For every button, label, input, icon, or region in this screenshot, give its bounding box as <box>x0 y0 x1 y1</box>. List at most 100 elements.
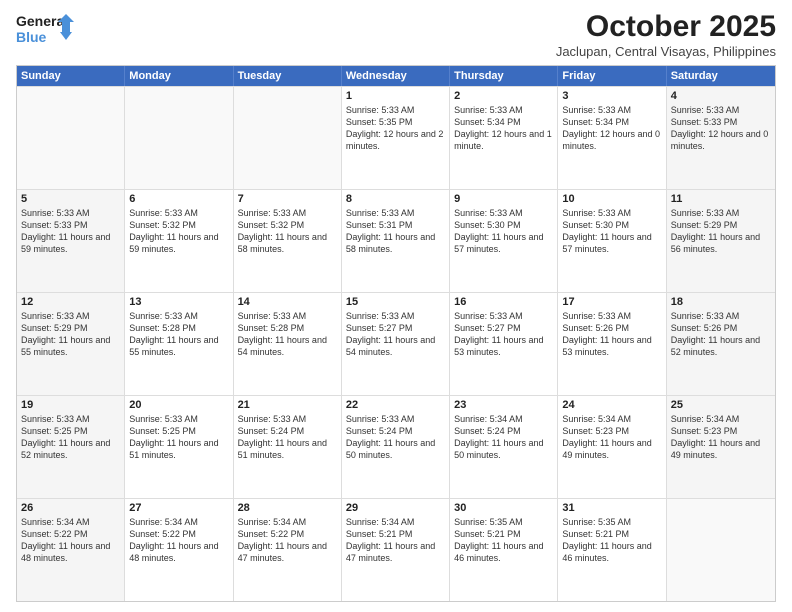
cal-cell-day-6: 6 Sunrise: 5:33 AM Sunset: 5:32 PM Daylig… <box>125 190 233 292</box>
day-number: 19 <box>21 399 120 411</box>
cal-cell-day-27: 27Sunrise: 5:34 AM Sunset: 5:22 PM Dayli… <box>125 499 233 601</box>
subtitle: Jaclupan, Central Visayas, Philippines <box>556 44 776 59</box>
cal-cell-day-17: 17 Sunrise: 5:33 AM Sunset: 5:26 PM Dayli… <box>558 293 666 395</box>
day-number: 22 <box>346 399 445 411</box>
cal-cell-day-30: 30Sunrise: 5:35 AM Sunset: 5:21 PM Dayli… <box>450 499 558 601</box>
day-number: 28 <box>238 502 337 514</box>
day-number: 17 <box>562 296 661 308</box>
day-number: 27 <box>129 502 228 514</box>
cal-cell-day-28: 28Sunrise: 5:34 AM Sunset: 5:22 PM Dayli… <box>234 499 342 601</box>
day-number: 23 <box>454 399 553 411</box>
cal-cell-day-9: 9Sunrise: 5:33 AM Sunset: 5:30 PM Daylig… <box>450 190 558 292</box>
cal-week-4: 19 Sunrise: 5:33 AM Sunset: 5:25 PM Dayli… <box>17 395 775 498</box>
cell-sun-info: Sunrise: 5:33 AM Sunset: 5:30 PM Dayligh… <box>454 207 553 256</box>
day-number: 20 <box>129 399 228 411</box>
cal-cell-day-3: 3 Sunrise: 5:33 AM Sunset: 5:34 PM Daylig… <box>558 87 666 189</box>
day-number: 6 <box>129 193 228 205</box>
cell-sun-info: Sunrise: 5:33 AM Sunset: 5:28 PM Dayligh… <box>238 310 337 359</box>
cell-sun-info: Sunrise: 5:33 AM Sunset: 5:27 PM Dayligh… <box>454 310 553 359</box>
header-day-sunday: Sunday <box>17 66 125 86</box>
cal-cell-day-14: 14 Sunrise: 5:33 AM Sunset: 5:28 PM Dayli… <box>234 293 342 395</box>
cal-cell-day-21: 21 Sunrise: 5:33 AM Sunset: 5:24 PM Dayli… <box>234 396 342 498</box>
cell-sun-info: Sunrise: 5:33 AM Sunset: 5:29 PM Dayligh… <box>21 310 120 359</box>
cal-cell-day-19: 19 Sunrise: 5:33 AM Sunset: 5:25 PM Dayli… <box>17 396 125 498</box>
day-number: 7 <box>238 193 337 205</box>
cal-cell-day-2: 2 Sunrise: 5:33 AM Sunset: 5:34 PM Daylig… <box>450 87 558 189</box>
header-day-friday: Friday <box>558 66 666 86</box>
cell-sun-info: Sunrise: 5:34 AM Sunset: 5:21 PM Dayligh… <box>346 516 445 565</box>
day-number: 3 <box>562 90 661 102</box>
day-number: 12 <box>21 296 120 308</box>
header-day-thursday: Thursday <box>450 66 558 86</box>
cell-sun-info: Sunrise: 5:34 AM Sunset: 5:22 PM Dayligh… <box>21 516 120 565</box>
cell-sun-info: Sunrise: 5:33 AM Sunset: 5:25 PM Dayligh… <box>21 413 120 462</box>
header-day-saturday: Saturday <box>667 66 775 86</box>
cal-week-1: 1Sunrise: 5:33 AM Sunset: 5:35 PM Daylig… <box>17 86 775 189</box>
cal-week-3: 12 Sunrise: 5:33 AM Sunset: 5:29 PM Dayli… <box>17 292 775 395</box>
cal-cell-empty <box>17 87 125 189</box>
day-number: 11 <box>671 193 771 205</box>
cal-cell-day-11: 11 Sunrise: 5:33 AM Sunset: 5:29 PM Dayli… <box>667 190 775 292</box>
cell-sun-info: Sunrise: 5:33 AM Sunset: 5:32 PM Dayligh… <box>238 207 337 256</box>
cell-sun-info: Sunrise: 5:34 AM Sunset: 5:23 PM Dayligh… <box>671 413 771 462</box>
cell-sun-info: Sunrise: 5:33 AM Sunset: 5:33 PM Dayligh… <box>671 104 771 153</box>
calendar-header: SundayMondayTuesdayWednesdayThursdayFrid… <box>17 66 775 86</box>
header-day-tuesday: Tuesday <box>234 66 342 86</box>
day-number: 16 <box>454 296 553 308</box>
cal-cell-day-1: 1Sunrise: 5:33 AM Sunset: 5:35 PM Daylig… <box>342 87 450 189</box>
day-number: 14 <box>238 296 337 308</box>
cell-sun-info: Sunrise: 5:33 AM Sunset: 5:26 PM Dayligh… <box>562 310 661 359</box>
cal-cell-day-29: 29Sunrise: 5:34 AM Sunset: 5:21 PM Dayli… <box>342 499 450 601</box>
day-number: 26 <box>21 502 120 514</box>
day-number: 18 <box>671 296 771 308</box>
cell-sun-info: Sunrise: 5:33 AM Sunset: 5:31 PM Dayligh… <box>346 207 445 256</box>
cal-cell-day-13: 13Sunrise: 5:33 AM Sunset: 5:28 PM Dayli… <box>125 293 233 395</box>
cell-sun-info: Sunrise: 5:33 AM Sunset: 5:24 PM Dayligh… <box>346 413 445 462</box>
cal-cell-day-12: 12 Sunrise: 5:33 AM Sunset: 5:29 PM Dayli… <box>17 293 125 395</box>
cal-cell-day-15: 15Sunrise: 5:33 AM Sunset: 5:27 PM Dayli… <box>342 293 450 395</box>
cell-sun-info: Sunrise: 5:33 AM Sunset: 5:33 PM Dayligh… <box>21 207 120 256</box>
cell-sun-info: Sunrise: 5:33 AM Sunset: 5:34 PM Dayligh… <box>454 104 553 153</box>
cell-sun-info: Sunrise: 5:33 AM Sunset: 5:28 PM Dayligh… <box>129 310 228 359</box>
cell-sun-info: Sunrise: 5:33 AM Sunset: 5:35 PM Dayligh… <box>346 104 445 153</box>
cell-sun-info: Sunrise: 5:33 AM Sunset: 5:34 PM Dayligh… <box>562 104 661 153</box>
logo: GeneralBlue <box>16 10 76 50</box>
cell-sun-info: Sunrise: 5:33 AM Sunset: 5:24 PM Dayligh… <box>238 413 337 462</box>
cal-cell-day-10: 10 Sunrise: 5:33 AM Sunset: 5:30 PM Dayli… <box>558 190 666 292</box>
cell-sun-info: Sunrise: 5:35 AM Sunset: 5:21 PM Dayligh… <box>562 516 661 565</box>
cell-sun-info: Sunrise: 5:35 AM Sunset: 5:21 PM Dayligh… <box>454 516 553 565</box>
cal-cell-day-22: 22 Sunrise: 5:33 AM Sunset: 5:24 PM Dayli… <box>342 396 450 498</box>
cal-cell-day-24: 24Sunrise: 5:34 AM Sunset: 5:23 PM Dayli… <box>558 396 666 498</box>
header-day-wednesday: Wednesday <box>342 66 450 86</box>
day-number: 4 <box>671 90 771 102</box>
cell-sun-info: Sunrise: 5:33 AM Sunset: 5:26 PM Dayligh… <box>671 310 771 359</box>
cell-sun-info: Sunrise: 5:33 AM Sunset: 5:29 PM Dayligh… <box>671 207 771 256</box>
cal-cell-empty <box>125 87 233 189</box>
cell-sun-info: Sunrise: 5:33 AM Sunset: 5:27 PM Dayligh… <box>346 310 445 359</box>
svg-text:Blue: Blue <box>16 29 47 45</box>
day-number: 10 <box>562 193 661 205</box>
cal-cell-empty <box>234 87 342 189</box>
day-number: 25 <box>671 399 771 411</box>
cal-cell-day-23: 23Sunrise: 5:34 AM Sunset: 5:24 PM Dayli… <box>450 396 558 498</box>
cal-cell-day-7: 7 Sunrise: 5:33 AM Sunset: 5:32 PM Daylig… <box>234 190 342 292</box>
cal-cell-day-18: 18 Sunrise: 5:33 AM Sunset: 5:26 PM Dayli… <box>667 293 775 395</box>
cell-sun-info: Sunrise: 5:33 AM Sunset: 5:32 PM Dayligh… <box>129 207 228 256</box>
cal-week-2: 5Sunrise: 5:33 AM Sunset: 5:33 PM Daylig… <box>17 189 775 292</box>
cell-sun-info: Sunrise: 5:33 AM Sunset: 5:30 PM Dayligh… <box>562 207 661 256</box>
logo-svg: GeneralBlue <box>16 10 76 50</box>
cal-cell-day-31: 31 Sunrise: 5:35 AM Sunset: 5:21 PM Dayli… <box>558 499 666 601</box>
cell-sun-info: Sunrise: 5:33 AM Sunset: 5:25 PM Dayligh… <box>129 413 228 462</box>
calendar-body: 1Sunrise: 5:33 AM Sunset: 5:35 PM Daylig… <box>17 86 775 601</box>
day-number: 21 <box>238 399 337 411</box>
day-number: 31 <box>562 502 661 514</box>
cal-week-5: 26 Sunrise: 5:34 AM Sunset: 5:22 PM Dayli… <box>17 498 775 601</box>
header-day-monday: Monday <box>125 66 233 86</box>
title-block: October 2025 Jaclupan, Central Visayas, … <box>556 10 776 59</box>
day-number: 2 <box>454 90 553 102</box>
cal-cell-day-4: 4 Sunrise: 5:33 AM Sunset: 5:33 PM Daylig… <box>667 87 775 189</box>
cal-cell-day-8: 8Sunrise: 5:33 AM Sunset: 5:31 PM Daylig… <box>342 190 450 292</box>
cal-cell-day-25: 25 Sunrise: 5:34 AM Sunset: 5:23 PM Dayli… <box>667 396 775 498</box>
cal-cell-day-16: 16 Sunrise: 5:33 AM Sunset: 5:27 PM Dayli… <box>450 293 558 395</box>
cal-cell-day-20: 20 Sunrise: 5:33 AM Sunset: 5:25 PM Dayli… <box>125 396 233 498</box>
